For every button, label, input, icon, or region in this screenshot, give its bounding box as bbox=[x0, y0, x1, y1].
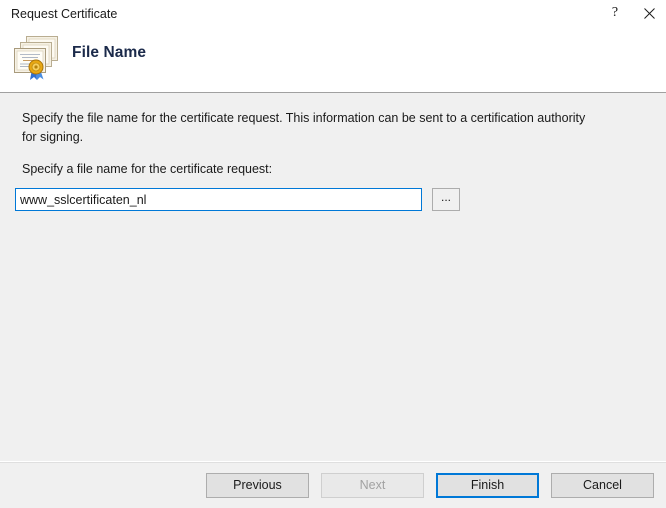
question-mark-icon: ? bbox=[612, 6, 618, 20]
next-button: Next bbox=[321, 473, 424, 498]
window-title: Request Certificate bbox=[0, 0, 117, 21]
page-title: File Name bbox=[72, 44, 146, 62]
title-bar: Request Certificate ? bbox=[0, 0, 666, 30]
close-icon bbox=[644, 8, 655, 19]
filename-input[interactable] bbox=[15, 188, 422, 211]
dialog-body: Specify the file name for the certificat… bbox=[0, 93, 666, 462]
certificate-stack-icon bbox=[10, 32, 64, 84]
request-certificate-dialog: Request Certificate ? bbox=[0, 0, 666, 508]
dialog-footer: Previous Next Finish Cancel bbox=[0, 462, 666, 508]
previous-button[interactable]: Previous bbox=[206, 473, 309, 498]
filename-field-label: Specify a file name for the certificate … bbox=[22, 162, 272, 176]
cancel-button[interactable]: Cancel bbox=[551, 473, 654, 498]
description-text: Specify the file name for the certificat… bbox=[22, 109, 600, 147]
window-controls: ? bbox=[598, 0, 666, 26]
help-button[interactable]: ? bbox=[598, 0, 632, 26]
footer-button-group: Previous Next Finish Cancel bbox=[206, 473, 654, 498]
finish-button[interactable]: Finish bbox=[436, 473, 539, 498]
close-button[interactable] bbox=[632, 0, 666, 26]
filename-field-row: ... bbox=[15, 188, 460, 211]
browse-button[interactable]: ... bbox=[432, 188, 460, 211]
dialog-header: File Name bbox=[0, 30, 666, 93]
